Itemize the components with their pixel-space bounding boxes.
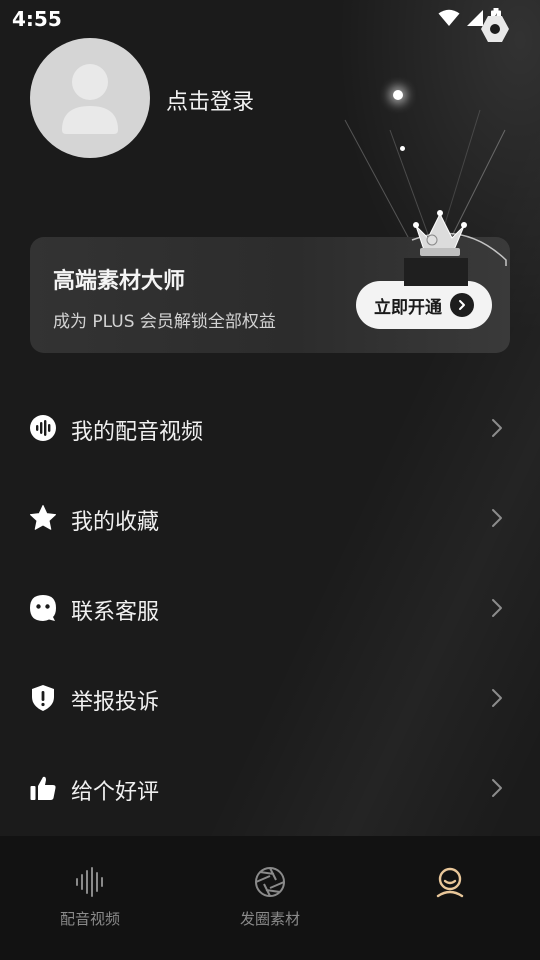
crown-icon bbox=[404, 210, 507, 286]
menu-label: 给个好评 bbox=[71, 780, 160, 805]
bottom-tab-bar: 配音视频 发圈素材 bbox=[0, 836, 540, 960]
customer-service-icon bbox=[30, 595, 56, 621]
menu-item-rate-us[interactable]: 给个好评 bbox=[0, 743, 540, 833]
profile-icon bbox=[436, 867, 464, 898]
wifi-icon bbox=[438, 9, 460, 26]
login-link[interactable]: 点击登录 bbox=[166, 84, 254, 116]
arrow-right-circle-icon bbox=[450, 293, 474, 317]
chevron-right-icon bbox=[492, 689, 502, 707]
default-avatar-icon bbox=[62, 64, 118, 134]
menu-label: 举报投诉 bbox=[71, 690, 160, 715]
menu-label: 我的收藏 bbox=[71, 510, 160, 535]
tab-moments-material[interactable]: 发圈素材 bbox=[180, 836, 360, 960]
vip-subtitle: 成为 PLUS 会员解锁全部权益 bbox=[53, 312, 276, 332]
tab-profile[interactable] bbox=[360, 836, 540, 960]
audio-wave-icon bbox=[30, 415, 56, 441]
vip-title: 高端素材大师 bbox=[53, 269, 186, 294]
thumbs-up-icon bbox=[30, 776, 56, 800]
sound-wave-icon bbox=[76, 867, 103, 897]
star-icon bbox=[30, 505, 56, 530]
menu-item-customer-service[interactable]: 联系客服 bbox=[0, 563, 540, 653]
chevron-right-icon bbox=[492, 419, 502, 437]
status-bar: 4:55 bbox=[0, 0, 540, 38]
menu-item-favorites[interactable]: 我的收藏 bbox=[0, 473, 540, 563]
shield-alert-icon bbox=[32, 685, 54, 711]
menu-item-dubbing-videos[interactable]: 我的配音视频 bbox=[0, 383, 540, 473]
tab-label: 发圈素材 bbox=[239, 910, 300, 928]
chevron-right-icon bbox=[492, 599, 502, 617]
avatar[interactable] bbox=[30, 38, 150, 158]
chevron-right-icon bbox=[492, 779, 502, 797]
open-membership-label: 立即开通 bbox=[374, 297, 442, 318]
menu-list: 我的配音视频 我的收藏 联系客服 举报投诉 给个好评 bbox=[0, 383, 540, 833]
chevron-right-icon bbox=[492, 509, 502, 527]
settings-hex-icon[interactable] bbox=[480, 14, 510, 44]
aperture-icon bbox=[255, 867, 285, 897]
tab-dubbing-videos[interactable]: 配音视频 bbox=[0, 836, 180, 960]
status-time: 4:55 bbox=[12, 7, 62, 31]
menu-label: 联系客服 bbox=[71, 600, 160, 625]
menu-label: 我的配音视频 bbox=[71, 420, 204, 445]
menu-item-report[interactable]: 举报投诉 bbox=[0, 653, 540, 743]
tab-label: 配音视频 bbox=[59, 910, 120, 928]
